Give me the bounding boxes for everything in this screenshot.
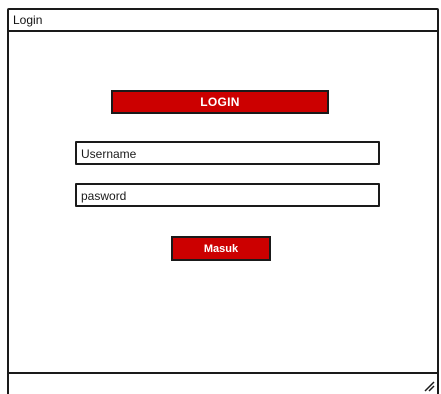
password-field-text: pasword (81, 189, 127, 203)
login-banner-label: LOGIN (200, 95, 240, 109)
login-window: Login LOGIN Username pasword Masuk (7, 8, 439, 394)
masuk-button[interactable]: Masuk (171, 236, 271, 261)
page: Login LOGIN Username pasword Masuk (0, 0, 441, 394)
login-banner: LOGIN (111, 90, 329, 114)
masuk-button-label: Masuk (203, 242, 239, 255)
username-field[interactable]: Username (75, 141, 380, 165)
password-field[interactable]: pasword (75, 183, 380, 207)
username-field-text: Username (81, 147, 137, 161)
status-bar-divider (9, 372, 437, 374)
window-title: Login (13, 13, 43, 27)
title-bar: Login (9, 10, 437, 32)
resize-grip-icon[interactable] (423, 380, 435, 392)
